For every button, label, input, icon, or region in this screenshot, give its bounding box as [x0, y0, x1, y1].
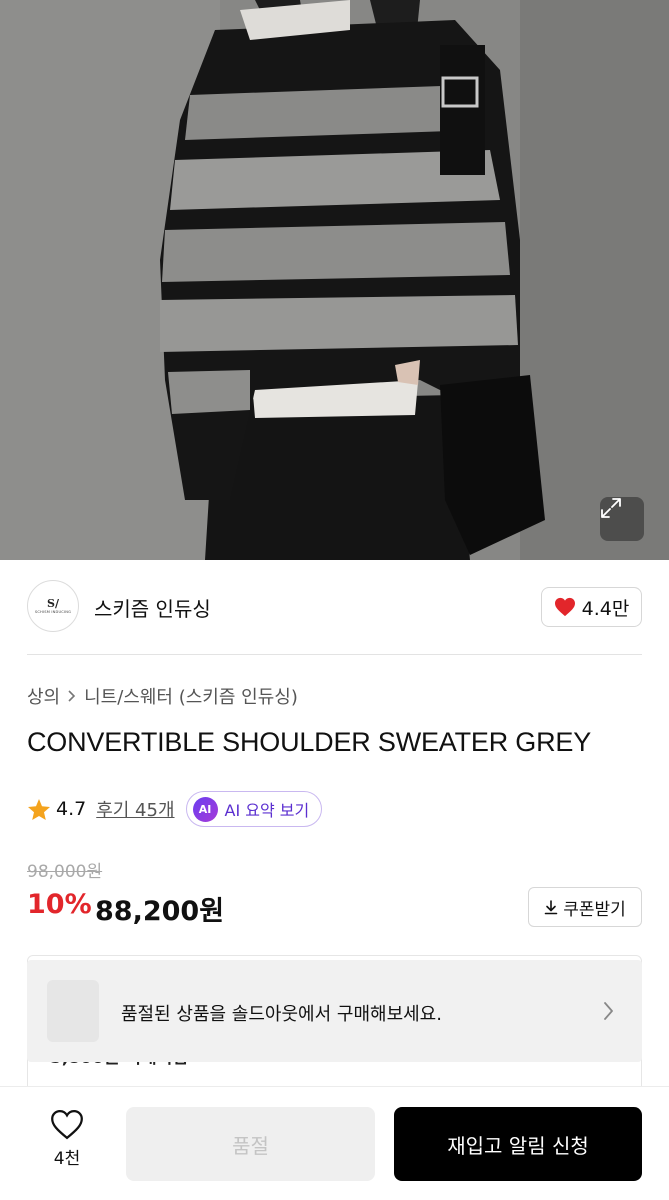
- coupon-label: 쿠폰받기: [563, 899, 626, 920]
- brand-name-link[interactable]: 스키즘 인듀싱: [94, 593, 211, 622]
- wishlist-count: 4천: [53, 1149, 81, 1169]
- expand-arrows-icon: [601, 498, 621, 518]
- original-price: 98,000원: [27, 862, 103, 882]
- breadcrumb-category[interactable]: 상의: [27, 683, 60, 709]
- restock-alert-button[interactable]: 재입고 알림 신청: [394, 1107, 642, 1181]
- bottom-action-bar: 4천 품절 재입고 알림 신청: [0, 1086, 669, 1200]
- discount-rate: 10%: [27, 889, 92, 920]
- fullscreen-button[interactable]: [600, 497, 644, 541]
- brand-logo[interactable]: S/ SCHISM INDUCING: [27, 580, 79, 632]
- chevron-right-icon: [68, 690, 76, 702]
- ai-badge-icon: AI: [192, 796, 218, 822]
- soldout-button: 품절: [126, 1107, 375, 1181]
- brand-row: S/ SCHISM INDUCING 스키즘 인듀싱 4.4만: [0, 560, 669, 654]
- brand-logo-mark: S/: [47, 597, 59, 610]
- breadcrumb-subcategory[interactable]: 니트/스웨터 (스키즘 인듀싱): [84, 683, 298, 709]
- heart-outline-icon: [51, 1109, 83, 1140]
- heart-icon: [554, 597, 575, 617]
- coupon-button[interactable]: 쿠폰받기: [528, 887, 642, 927]
- reviews-link[interactable]: 후기 45개: [96, 796, 174, 822]
- star-icon: [28, 798, 50, 820]
- wishlist-button[interactable]: 4천: [32, 1109, 102, 1169]
- product-title: CONVERTIBLE SHOULDER SWEATER GREY: [27, 727, 592, 757]
- brand-logo-wordmark: SCHISM INDUCING: [34, 610, 72, 614]
- sale-price: 88,200원: [95, 896, 225, 927]
- product-image[interactable]: [0, 0, 669, 560]
- chevron-right-icon: [604, 1002, 613, 1020]
- product-photo: [0, 0, 669, 560]
- soldout-thumbnail: [47, 980, 99, 1042]
- soldout-banner[interactable]: 품절된 상품을 솔드아웃에서 구매해보세요.: [27, 960, 642, 1062]
- breadcrumb: 상의 니트/스웨터 (스키즘 인듀싱): [27, 683, 298, 709]
- ai-summary-label: AI 요약 보기: [224, 801, 310, 820]
- brand-like-button[interactable]: 4.4만: [541, 587, 642, 627]
- download-icon: [544, 899, 558, 914]
- brand-like-count: 4.4만: [581, 597, 630, 620]
- rating-row: 4.7 후기 45개 AI AI 요약 보기: [27, 790, 323, 828]
- soldout-banner-text: 품절된 상품을 솔드아웃에서 구매해보세요.: [121, 1004, 442, 1025]
- ai-summary-button[interactable]: AI AI 요약 보기: [185, 791, 323, 827]
- divider: [27, 654, 642, 655]
- rating-value: 4.7: [56, 798, 87, 820]
